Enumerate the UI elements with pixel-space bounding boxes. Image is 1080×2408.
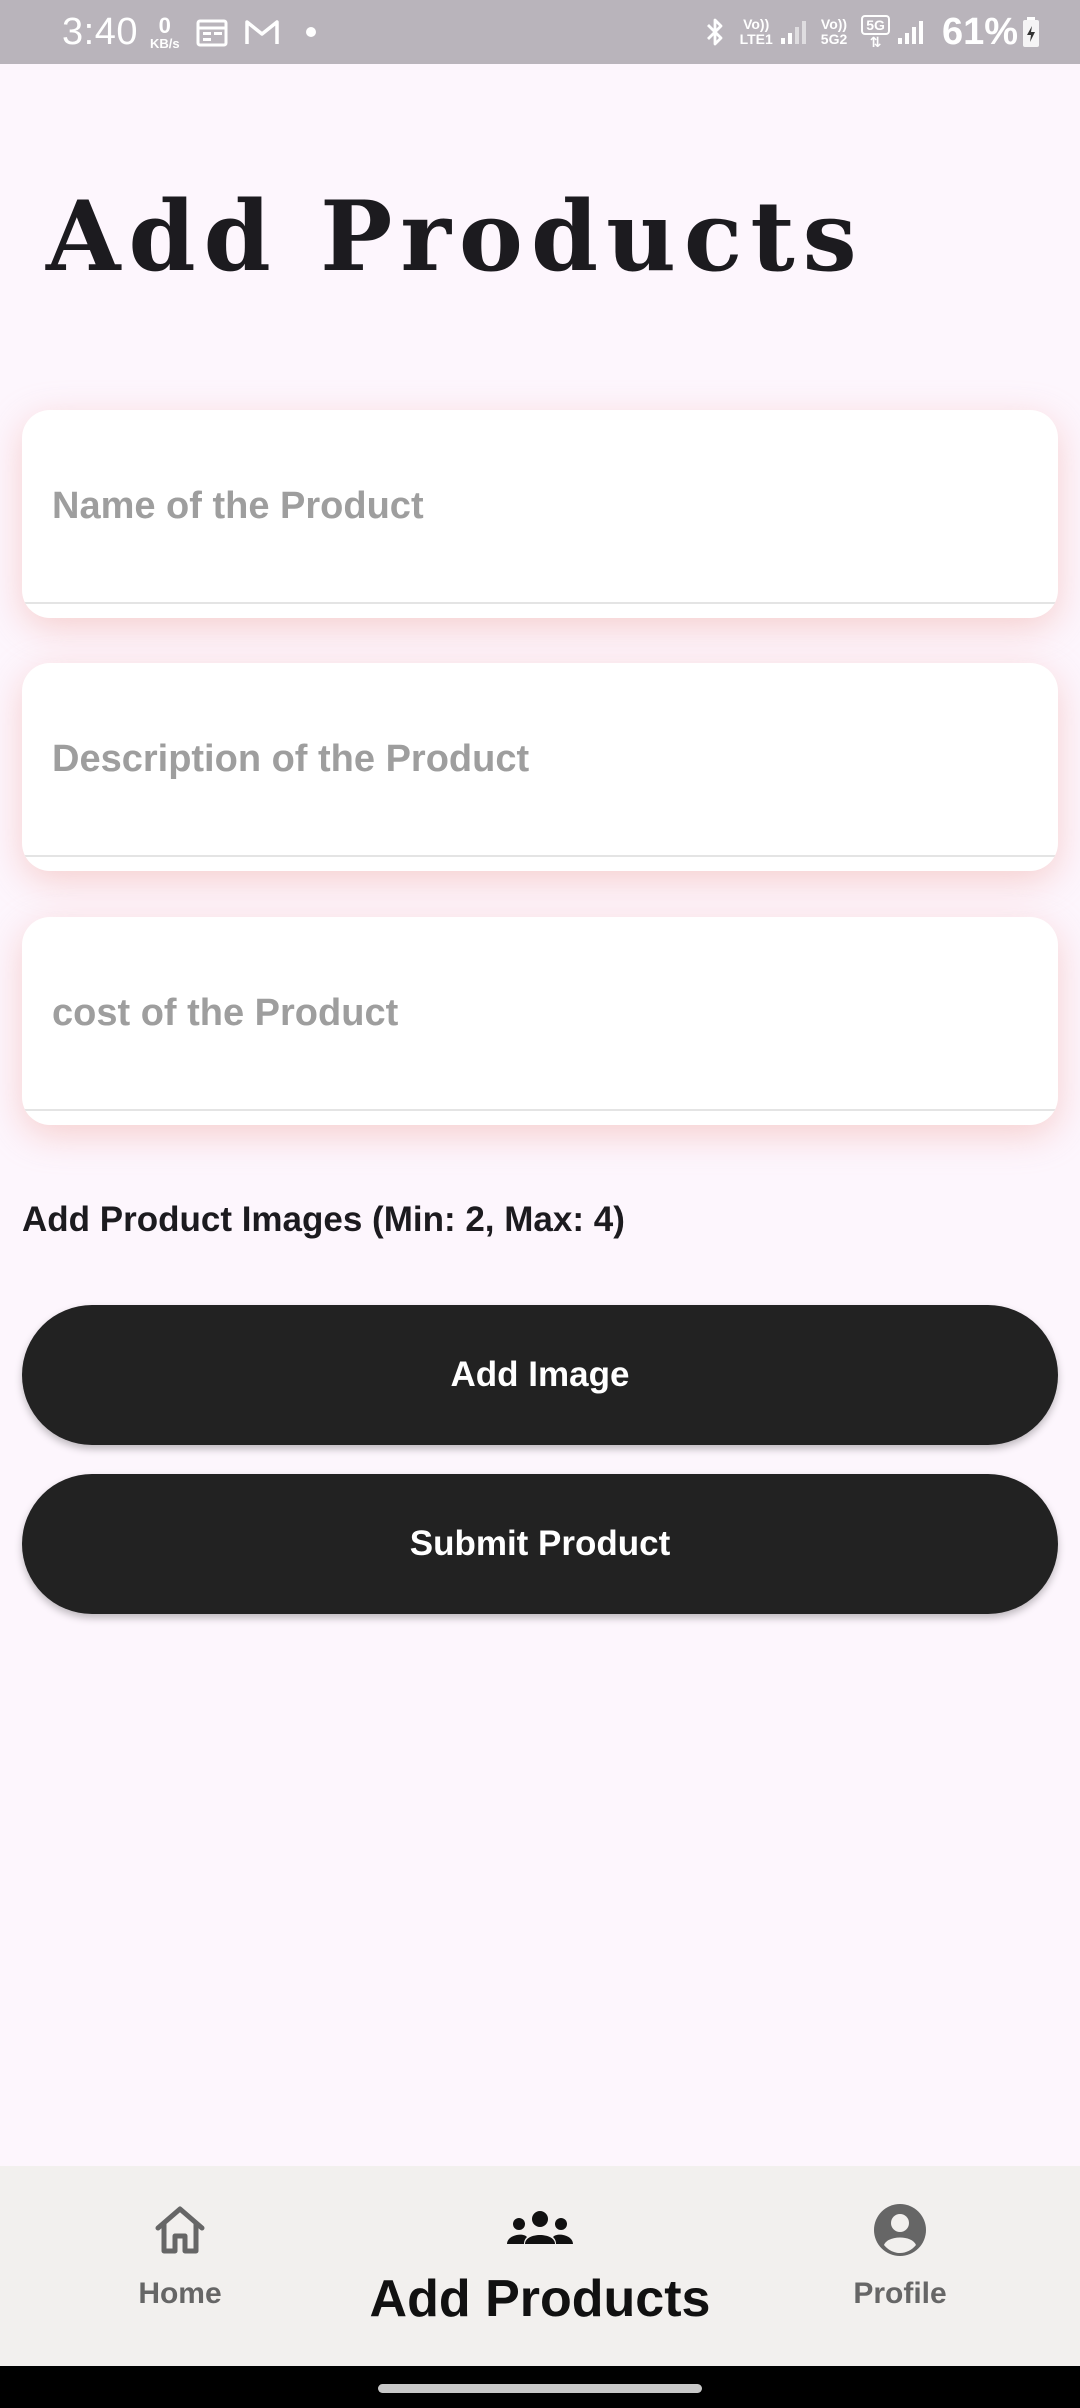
sim2-indicator: Vo)) 5G2 — [821, 17, 847, 46]
status-time: 3:40 — [62, 10, 138, 53]
product-description-card — [22, 663, 1058, 871]
calendar-icon — [196, 17, 228, 47]
battery-percentage: 61% — [941, 10, 1018, 53]
nav-item-home[interactable]: Home — [80, 2166, 280, 2366]
product-cost-input[interactable] — [22, 917, 1058, 1109]
product-name-card — [22, 410, 1058, 618]
status-bar-left: 3:40 0 KB/s — [62, 11, 316, 54]
bluetooth-icon — [704, 16, 726, 48]
submit-product-button[interactable]: Submit Product — [22, 1474, 1058, 1614]
status-bar: 3:40 0 KB/s Vo)) LTE1 Vo)) 5G2 5G ⇅ 61% — [0, 0, 1080, 64]
group-icon — [505, 2210, 575, 2255]
product-name-underline — [22, 602, 1058, 604]
nav-label-profile: Profile — [853, 2277, 947, 2310]
home-icon — [152, 2204, 208, 2261]
page-title: Add Products — [46, 180, 865, 293]
gesture-handle[interactable] — [378, 2384, 702, 2393]
bottom-navigation: Home Add Products Profile — [0, 2166, 1080, 2366]
nav-label-add-products: Add Products — [369, 2270, 711, 2328]
nav-item-profile[interactable]: Profile — [800, 2166, 1000, 2366]
account-circle-icon — [872, 2202, 928, 2263]
5g-badge: 5G — [861, 14, 890, 35]
product-images-label: Add Product Images (Min: 2, Max: 4) — [22, 1200, 625, 1239]
notification-dot-icon — [305, 27, 316, 37]
signal-1-icon — [779, 18, 807, 46]
sim2-5g-indicator: 5G ⇅ — [861, 14, 890, 50]
network-speed-unit: KB/s — [149, 35, 180, 51]
sim1-network: LTE1 — [739, 31, 773, 47]
network-speed: 0 KB/s — [149, 12, 180, 51]
product-name-input[interactable] — [22, 410, 1058, 602]
nav-label-home: Home — [138, 2277, 222, 2310]
battery-charging-icon — [1022, 16, 1040, 48]
data-arrows-icon: ⇅ — [869, 33, 882, 50]
add-image-button[interactable]: Add Image — [22, 1305, 1058, 1445]
network-speed-value: 0 — [158, 12, 171, 38]
system-gesture-area — [0, 2366, 1080, 2408]
product-description-input[interactable] — [22, 663, 1058, 855]
sim2-volte: Vo)) — [820, 16, 848, 33]
signal-2-icon — [896, 18, 924, 46]
sim2-network: 5G2 — [820, 31, 848, 47]
gmail-icon — [244, 18, 280, 46]
sim1-indicator: Vo)) LTE1 — [740, 17, 773, 46]
sim1-volte: Vo)) — [743, 16, 770, 33]
product-cost-card — [22, 917, 1058, 1125]
status-bar-right: Vo)) LTE1 Vo)) 5G2 5G ⇅ 61% — [688, 11, 1040, 54]
product-description-underline — [22, 855, 1058, 857]
product-cost-underline — [22, 1109, 1058, 1111]
nav-item-add-products[interactable]: Add Products — [340, 2166, 740, 2366]
